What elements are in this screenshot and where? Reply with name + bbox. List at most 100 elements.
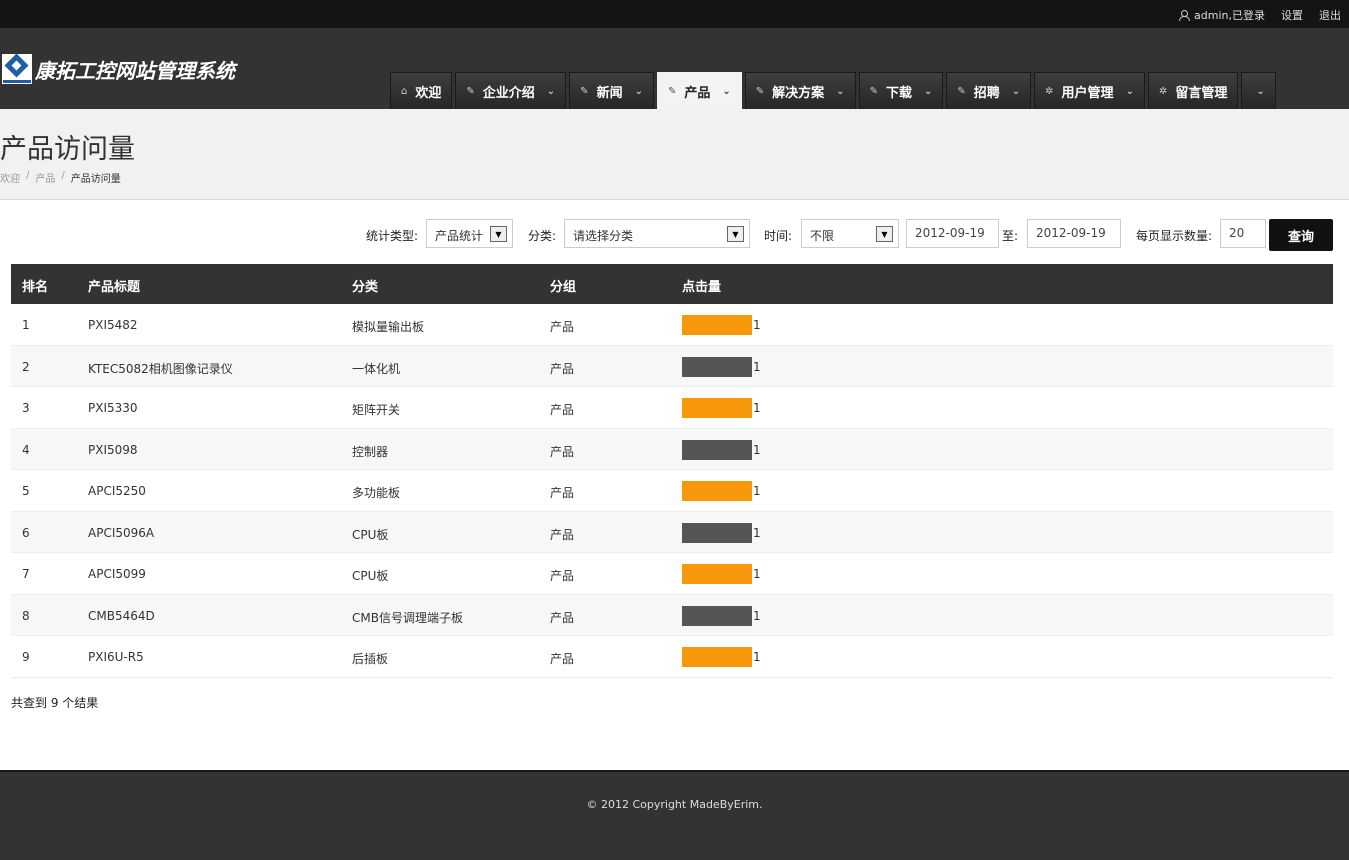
top-bar: admin,已登录 设置 退出 [0, 0, 1349, 28]
nav-item-2[interactable]: ✎ 新闻 ⌄ [569, 72, 654, 109]
table-row: 7 APCI5099 CPU板 产品 1 [11, 553, 1333, 595]
table-row: 1 PXI5482 模拟量输出板 产品 1 [11, 304, 1333, 346]
clicks-cell: 1 [753, 484, 761, 498]
group-cell: 产品 [550, 610, 575, 625]
table-row: 4 PXI5098 控制器 产品 1 [11, 428, 1333, 470]
title-cell: CMB5464D [88, 608, 155, 623]
category-cell: 矩阵开关 [352, 403, 401, 417]
table-header: 排名 产品标题 分类 分组 点击量 [11, 264, 1333, 304]
header-rank[interactable]: 排名 [22, 276, 48, 295]
clicks-cell: 1 [753, 359, 761, 374]
logo[interactable]: 康拓工控网站管理系统 [2, 53, 235, 84]
query-button[interactable]: 查询 [1269, 219, 1333, 251]
chevron-down-icon: ⌄ [722, 85, 731, 97]
settings-link[interactable]: 设置 [1281, 7, 1303, 23]
date-from-input[interactable]: 2012-09-19 [906, 219, 999, 248]
chevron-down-icon: ⌄ [836, 85, 845, 97]
rank-cell: 3 [22, 401, 30, 415]
title-cell: PXI5482 [88, 318, 138, 332]
logout-link[interactable]: 退出 [1319, 7, 1341, 23]
title-cell: PXI6U-R5 [88, 650, 144, 664]
chevron-down-icon: ⌄ [1256, 85, 1265, 97]
breadcrumb-home[interactable]: 欢迎 [0, 170, 20, 185]
breadcrumb-section[interactable]: 产品 [35, 170, 55, 185]
stat-type-value: 产品统计 [435, 229, 484, 243]
gear-icon: ✲ [1158, 85, 1168, 97]
stats-table: 排名 产品标题 分类 分组 点击量 1 PXI5482 模拟量输出板 产品 1 2 KTEC… [11, 264, 1333, 678]
category-select[interactable]: 请选择分类 ▼ [564, 219, 750, 248]
title-cell: APCI5096A [88, 525, 155, 540]
time-select[interactable]: 不限 ▼ [801, 219, 899, 248]
current-user-link[interactable]: admin,已登录 [1179, 7, 1265, 23]
chevron-down-icon: ▼ [876, 226, 893, 242]
breadcrumb-separator: / [61, 170, 65, 181]
rank-cell: 6 [22, 525, 30, 540]
nav-item-0[interactable]: ⌂ 欢迎 [390, 72, 453, 109]
nav-item-4[interactable]: ✎ 解决方案 ⌄ [744, 72, 856, 109]
breadcrumb-separator: / [26, 170, 30, 181]
clicks-cell: 1 [753, 401, 761, 415]
nav-item-label: 招聘 [973, 85, 1000, 101]
nav-item-label: 用户管理 [1061, 85, 1114, 101]
clicks-cell: 1 [753, 318, 761, 332]
pen-icon: ✎ [667, 85, 677, 97]
nav-item-5[interactable]: ✎ 下载 ⌄ [858, 72, 944, 109]
header-category[interactable]: 分类 [352, 276, 378, 295]
click-bar [682, 315, 752, 335]
nav-item-label: 留言管理 [1175, 85, 1228, 101]
table-row: 6 APCI5096A CPU板 产品 1 [11, 511, 1333, 553]
click-bar [682, 398, 752, 418]
page-title: 产品访问量 [0, 134, 135, 165]
chevron-down-icon: ⌄ [634, 85, 643, 97]
group-cell: 产品 [550, 444, 575, 459]
stat-type-label: 统计类型: [366, 229, 419, 243]
click-bar [682, 356, 752, 377]
per-page-input[interactable]: 20 [1220, 219, 1266, 248]
filter-bar: 统计类型: 产品统计 ▼ 分类: 请选择分类 ▼ 时间: 不限 ▼ 2012-0… [0, 219, 1349, 251]
result-summary: 共查到 9 个结果 [11, 696, 99, 710]
nav-item-8[interactable]: ✲ 留言管理 [1147, 72, 1239, 109]
header-clicks[interactable]: 点击量 [682, 276, 721, 295]
header-group[interactable]: 分组 [550, 276, 576, 295]
click-bar [682, 647, 752, 667]
rank-cell: 9 [22, 650, 30, 664]
brand-name: 康拓工控网站管理系统 [35, 58, 235, 83]
group-cell: 产品 [550, 320, 575, 334]
category-cell: CPU板 [352, 569, 389, 583]
to-label: 至: [1002, 229, 1019, 243]
nav-item-7[interactable]: ✲ 用户管理 ⌄ [1034, 72, 1145, 109]
nav-item-9[interactable]: ⌄ [1241, 72, 1276, 109]
user-icon [1179, 10, 1191, 21]
header-title[interactable]: 产品标题 [88, 276, 140, 295]
time-label: 时间: [764, 229, 793, 243]
table-row: 5 APCI5250 多功能板 产品 1 [11, 470, 1333, 512]
group-cell: 产品 [550, 527, 575, 542]
nav-item-label: 新闻 [596, 85, 623, 101]
group-cell: 产品 [550, 361, 575, 376]
group-cell: 产品 [550, 486, 575, 500]
main-nav: ⌂ 欢迎 ✎ 企业介绍 ⌄ ✎ 新闻 ⌄ ✎ 产品 ⌄ ✎ 解决方案 ⌄ ✎ 下载 ⌄ ✎ 招聘 ⌄ ✲ 用户管理 ⌄ ✲ 留言… [390, 72, 1276, 109]
rank-cell: 4 [22, 442, 30, 457]
per-page-label: 每页显示数量: [1136, 229, 1213, 243]
click-bar [682, 564, 752, 584]
rank-cell: 1 [22, 318, 30, 332]
table-row: 2 KTEC5082相机图像记录仪 一体化机 产品 1 [11, 345, 1333, 387]
nav-item-1[interactable]: ✎ 企业介绍 ⌄ [455, 72, 567, 109]
copyright: © 2012 Copyright MadeByErim. [586, 798, 763, 811]
page-header: 产品访问量 欢迎 / 产品 / 产品访问量 [0, 109, 1349, 200]
category-label: 分类: [528, 229, 557, 243]
pen-icon: ✎ [466, 85, 475, 97]
click-bar [682, 605, 752, 626]
chevron-down-icon: ⌄ [546, 85, 556, 97]
nav-item-3[interactable]: ✎ 产品 ⌄ [656, 72, 742, 109]
current-user-label: admin,已登录 [1194, 9, 1265, 22]
logo-mark-icon [2, 53, 32, 84]
click-bar [682, 481, 752, 501]
date-to-input[interactable]: 2012-09-19 [1027, 219, 1121, 248]
stat-type-select[interactable]: 产品统计 ▼ [426, 219, 513, 248]
title-cell: PXI5330 [88, 401, 138, 415]
nav-item-6[interactable]: ✎ 招聘 ⌄ [946, 72, 1032, 109]
pen-icon: ✎ [580, 85, 589, 97]
clicks-cell: 1 [753, 608, 761, 623]
clicks-cell: 1 [753, 567, 761, 581]
